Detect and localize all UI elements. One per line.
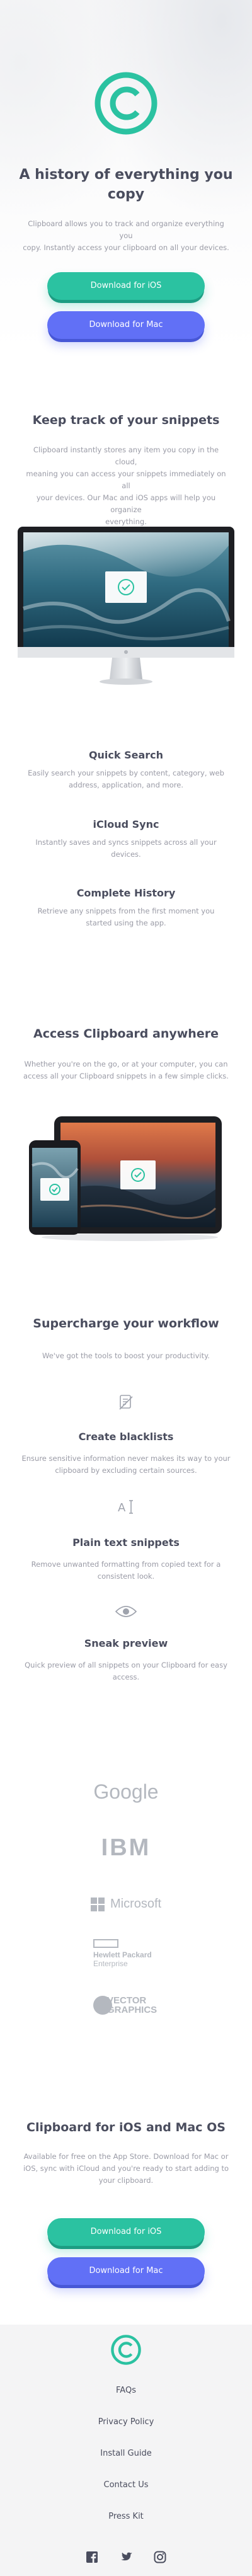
- windows-icon: [90, 1897, 105, 1911]
- snippets-title: Keep track of your snippets: [32, 413, 220, 427]
- snippets-description-line1: Clipboard instantly stores any item you …: [33, 445, 219, 466]
- workflow-section: Supercharge your workflow: [0, 1315, 252, 1332]
- workflow-item-title: Plain text snippets: [72, 1537, 180, 1548]
- vector-graphics-logo: VECTOR GRAPHICS: [93, 1995, 169, 2020]
- workflow-item-description-line1: Remove unwanted formatting from copied t…: [31, 1560, 221, 1569]
- hero-title: A history of everything you copy: [0, 165, 252, 204]
- footer-link-contact-us[interactable]: Contact Us: [0, 2480, 252, 2490]
- blacklist-icon: [0, 1394, 252, 1414]
- footer-link-install-guide[interactable]: Install Guide: [0, 2449, 252, 2458]
- feature-description-line2: address, application, and more.: [69, 781, 183, 789]
- desktop-monitor-image: [18, 527, 234, 690]
- access-section: Access Clipboard anywhere: [0, 1026, 252, 1042]
- hpe-rectangle-icon: [93, 1939, 118, 1948]
- cta-description: Available for free on the App Store. Dow…: [0, 2151, 252, 2187]
- vector-logo-line1: VECTOR: [107, 1995, 147, 2006]
- feature-complete-history: Complete History Retrieve any snippets f…: [0, 886, 252, 929]
- feature-title: iCloud Sync: [93, 818, 159, 830]
- svg-text:A: A: [118, 1501, 126, 1514]
- workflow-item-description-line1: Ensure sensitive information never makes…: [21, 1454, 231, 1463]
- google-logo: Google: [0, 1780, 252, 1804]
- devices-image: [29, 1115, 224, 1241]
- cta-title: Clipboard for iOS and Mac OS: [26, 2121, 226, 2134]
- instagram-icon[interactable]: [153, 2550, 167, 2564]
- cta-description-line2: iOS, sync with iCloud and you're ready t…: [23, 2164, 229, 2173]
- access-title: Access Clipboard anywhere: [33, 1027, 219, 1041]
- cta-download-mac-button[interactable]: Download for Mac: [47, 2257, 205, 2285]
- access-description-line2: access all your Clipboard snippets in a …: [23, 1072, 229, 1080]
- hero-download-mac-button[interactable]: Download for Mac: [47, 311, 205, 339]
- workflow-item-sneak-preview: Sneak preview Quick preview of all snipp…: [0, 1637, 252, 1683]
- hero-download-ios-button[interactable]: Download for iOS: [47, 272, 205, 300]
- workflow-subtitle-wrap: We've got the tools to boost your produc…: [0, 1350, 252, 1362]
- vector-logo-line2: GRAPHICS: [107, 2005, 158, 2015]
- text-cursor-icon: A: [0, 1498, 252, 1518]
- hero-description-line1: Clipboard allows you to track and organi…: [28, 219, 224, 240]
- footer-logo[interactable]: [111, 2335, 141, 2365]
- hero-description-line2: copy. Instantly access your clipboard on…: [23, 243, 229, 252]
- feature-description-line2: started using the app.: [86, 919, 166, 927]
- workflow-item-title: Create blacklists: [78, 1431, 174, 1443]
- ibm-logo-text: IBM: [101, 1835, 151, 1861]
- feature-icloud-sync: iCloud Sync Instantly saves and syncs sn…: [0, 818, 252, 861]
- workflow-title: Supercharge your workflow: [33, 1317, 219, 1331]
- access-description-line1: Whether you're on the go, or at your com…: [24, 1060, 228, 1068]
- clipboard-logo-icon: [94, 72, 158, 135]
- eye-icon: [0, 1604, 252, 1622]
- feature-description-line1: Instantly saves and syncs snippets acros…: [35, 838, 217, 847]
- hpe-logo-line2: Enterprise: [93, 1959, 128, 1968]
- workflow-item-description-line2: access.: [112, 1673, 140, 1681]
- hpe-logo-line1: Hewlett Packard: [93, 1950, 152, 1959]
- hpe-logo: Hewlett Packard Enterprise: [93, 1939, 169, 1968]
- workflow-item-description-line1: Quick preview of all snippets on your Cl…: [25, 1661, 227, 1669]
- footer-link-privacy-policy[interactable]: Privacy Policy: [0, 2417, 252, 2427]
- workflow-item-plain-text: Plain text snippets Remove unwanted form…: [0, 1536, 252, 1583]
- ibm-logo: IBM: [0, 1835, 252, 1862]
- workflow-item-blacklists: Create blacklists Ensure sensitive infor…: [0, 1430, 252, 1477]
- snippets-description: Clipboard instantly stores any item you …: [0, 444, 252, 528]
- workflow-item-description-line2: consistent look.: [97, 1572, 155, 1581]
- feature-quick-search: Quick Search Easily search your snippets…: [0, 748, 252, 791]
- hero-title-line1: A history of everything you: [19, 167, 233, 183]
- microsoft-logo: Microsoft: [0, 1897, 252, 1911]
- cta-download-ios-button[interactable]: Download for iOS: [47, 2218, 205, 2246]
- cta-section: Clipboard for iOS and Mac OS: [0, 2119, 252, 2136]
- workflow-subtitle: We've got the tools to boost your produc…: [42, 1351, 210, 1360]
- clipboard-logo-icon: [111, 2335, 141, 2365]
- cta-description-line3: your clipboard.: [98, 2176, 154, 2185]
- hero-logo: [94, 72, 158, 135]
- google-logo-text: Google: [93, 1780, 159, 1803]
- footer-link-press-kit[interactable]: Press Kit: [0, 2512, 252, 2521]
- feature-description-line2: devices.: [111, 850, 141, 859]
- microsoft-logo-text: Microsoft: [110, 1897, 162, 1911]
- feature-description-line1: Retrieve any snippets from the first mom…: [37, 907, 215, 915]
- facebook-icon[interactable]: [85, 2550, 99, 2564]
- workflow-item-description-line2: clipboard by excluding certain sources.: [55, 1466, 197, 1475]
- twitter-icon[interactable]: [119, 2550, 133, 2564]
- cta-description-line1: Available for free on the App Store. Dow…: [23, 2152, 229, 2161]
- workflow-item-title: Sneak preview: [84, 1637, 168, 1649]
- snippets-description-line2: meaning you can access your snippets imm…: [26, 469, 226, 490]
- snippets-description-line3: your devices. Our Mac and iOS apps will …: [36, 493, 216, 514]
- hero-title-line2: copy: [107, 186, 145, 202]
- access-description: Whether you're on the go, or at your com…: [0, 1058, 252, 1082]
- footer-link-faqs[interactable]: FAQs: [0, 2386, 252, 2395]
- feature-title: Quick Search: [88, 749, 164, 761]
- feature-description-line1: Easily search your snippets by content, …: [28, 769, 224, 777]
- hero-description: Clipboard allows you to track and organi…: [0, 218, 252, 254]
- feature-title: Complete History: [76, 887, 176, 899]
- snippets-section: Keep track of your snippets: [0, 412, 252, 428]
